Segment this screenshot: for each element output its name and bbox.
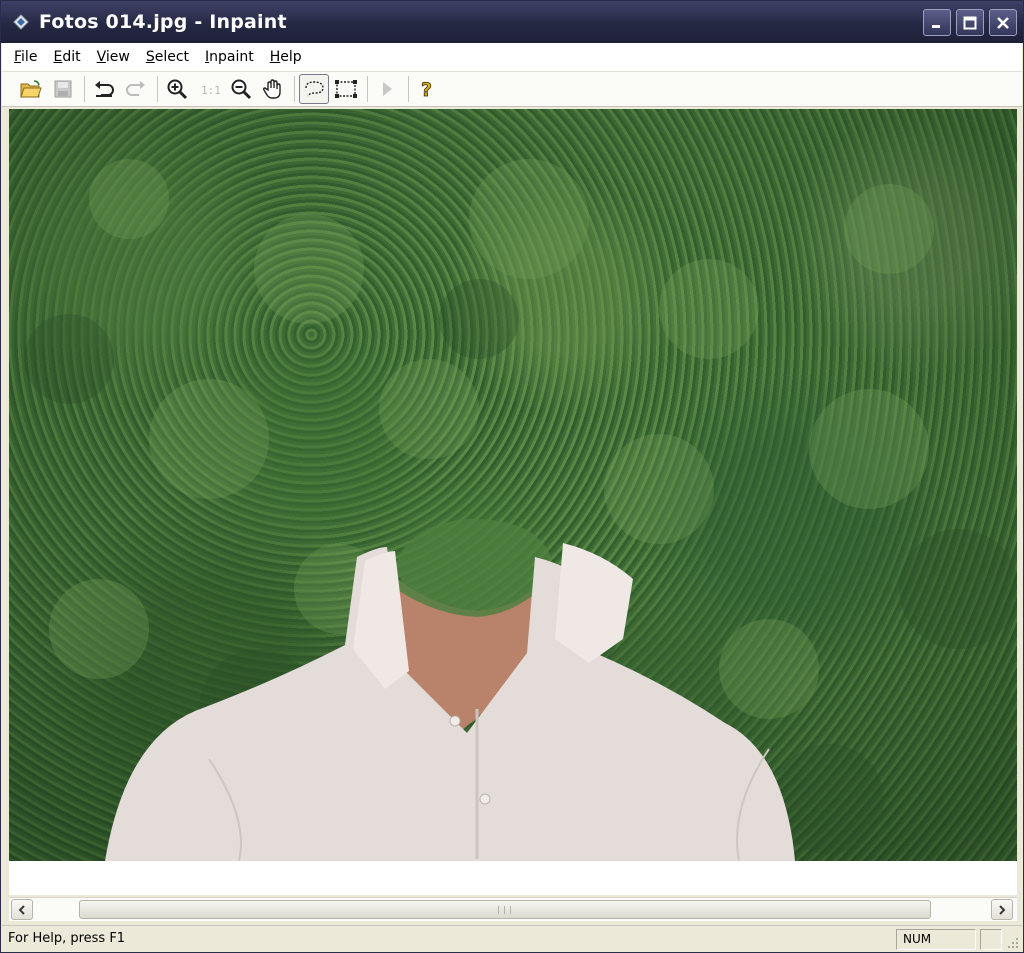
rectangle-select-icon <box>335 80 357 98</box>
minimize-icon <box>932 24 940 28</box>
menu-edit[interactable]: Edit <box>45 49 88 65</box>
toolbar-separator <box>84 76 85 102</box>
zoom-out-icon <box>231 79 252 100</box>
chevron-right-icon <box>999 904 1006 915</box>
photo <box>9 109 1017 861</box>
scroll-grip: ||| <box>496 905 514 914</box>
maximize-icon <box>963 16 977 29</box>
open-folder-icon <box>20 80 42 98</box>
menu-help[interactable]: Help <box>262 49 310 65</box>
save-button[interactable] <box>48 74 78 104</box>
actual-size-button[interactable]: 1:1 <box>194 74 224 104</box>
undo-button[interactable] <box>89 74 119 104</box>
toolbar-separator <box>408 76 409 102</box>
toolbar-separator <box>294 76 295 102</box>
open-button[interactable] <box>16 74 46 104</box>
close-button[interactable] <box>989 9 1017 36</box>
status-bar: For Help, press F1 NUM <box>2 925 1022 952</box>
scroll-left-button[interactable] <box>11 899 33 920</box>
num-lock-indicator: NUM <box>896 929 976 950</box>
undo-icon <box>95 81 114 97</box>
status-help-text: For Help, press F1 <box>8 931 126 946</box>
zoom-in-button[interactable] <box>162 74 192 104</box>
menu-file[interactable]: File <box>6 49 45 65</box>
app-window: Fotos 014.jpg - Inpaint File Edit View S… <box>0 0 1024 953</box>
lasso-icon <box>305 81 324 97</box>
minimize-button[interactable] <box>923 9 951 36</box>
save-icon <box>54 80 72 98</box>
photo-subject <box>9 109 1017 861</box>
rectangle-select-button[interactable] <box>331 74 361 104</box>
svg-text:?: ? <box>421 79 432 101</box>
zoom-out-button[interactable] <box>226 74 256 104</box>
window-title: Fotos 014.jpg - Inpaint <box>39 11 287 33</box>
hand-icon <box>262 79 281 99</box>
menu-bar: File Edit View Select Inpaint Help <box>2 43 1022 71</box>
svg-text:1:1: 1:1 <box>201 84 220 97</box>
image-canvas[interactable] <box>9 109 1017 895</box>
toolbar-separator <box>367 76 368 102</box>
help-icon: ? <box>421 79 433 101</box>
title-bar[interactable]: Fotos 014.jpg - Inpaint <box>1 1 1023 43</box>
app-icon[interactable] <box>13 14 29 30</box>
horizontal-scrollbar[interactable]: ||| <box>9 897 1017 921</box>
menu-view[interactable]: View <box>89 49 138 65</box>
play-icon <box>383 82 392 96</box>
scroll-right-button[interactable] <box>991 899 1013 920</box>
redo-icon <box>126 81 145 96</box>
run-inpaint-button[interactable] <box>372 74 402 104</box>
hand-button[interactable] <box>258 74 288 104</box>
toolbar-separator <box>157 76 158 102</box>
redo-button[interactable] <box>121 74 151 104</box>
close-icon <box>997 16 1009 29</box>
menu-inpaint[interactable]: Inpaint <box>197 49 262 65</box>
chevron-left-icon <box>18 904 25 915</box>
resize-grip-icon[interactable] <box>1006 936 1020 950</box>
toolbar: 1:1 ? <box>2 71 1022 107</box>
scroll-thumb[interactable]: ||| <box>79 900 931 919</box>
status-panel-empty <box>980 929 1002 950</box>
actual-size-icon: 1:1 <box>201 84 220 97</box>
menu-select[interactable]: Select <box>138 49 197 65</box>
lasso-button[interactable] <box>299 74 329 104</box>
help-button[interactable]: ? <box>413 74 443 104</box>
zoom-in-icon <box>167 79 188 100</box>
maximize-button[interactable] <box>956 9 984 36</box>
